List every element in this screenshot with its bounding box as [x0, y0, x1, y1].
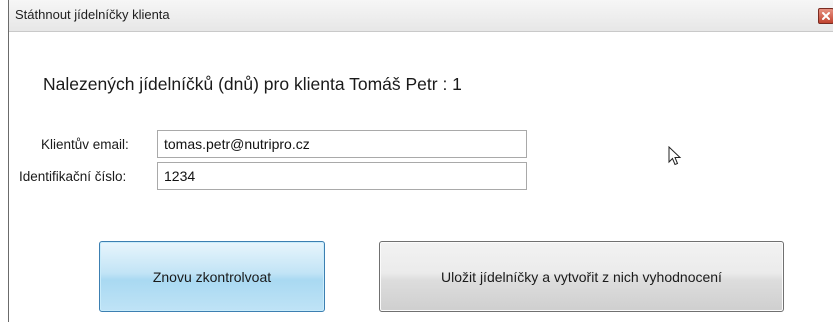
save-and-evaluate-button[interactable]: Uložit jídelníčky a vytvořit z nich vyho…	[379, 241, 784, 312]
save-button-label: Uložit jídelníčky a vytvořit z nich vyho…	[441, 268, 722, 285]
email-field[interactable]	[157, 130, 527, 158]
recheck-button[interactable]: Znovu zkontrolvoat	[99, 241, 325, 312]
found-menus-heading: Nalezených jídelníčků (dnů) pro klienta …	[43, 74, 462, 94]
id-number-field[interactable]	[157, 162, 527, 190]
email-label: Klientův email:	[41, 137, 129, 152]
close-icon	[822, 12, 830, 20]
recheck-button-label: Znovu zkontrolvoat	[152, 268, 272, 285]
title-bar[interactable]: Státhnout jídelníčky klienta	[9, 0, 833, 32]
mouse-pointer-icon	[668, 146, 682, 166]
close-button[interactable]	[818, 8, 833, 24]
id-label: Identifikační číslo:	[19, 169, 127, 184]
dialog-window: Státhnout jídelníčky klienta Nalezených …	[8, 0, 833, 322]
window-title: Státhnout jídelníčky klienta	[15, 7, 170, 22]
